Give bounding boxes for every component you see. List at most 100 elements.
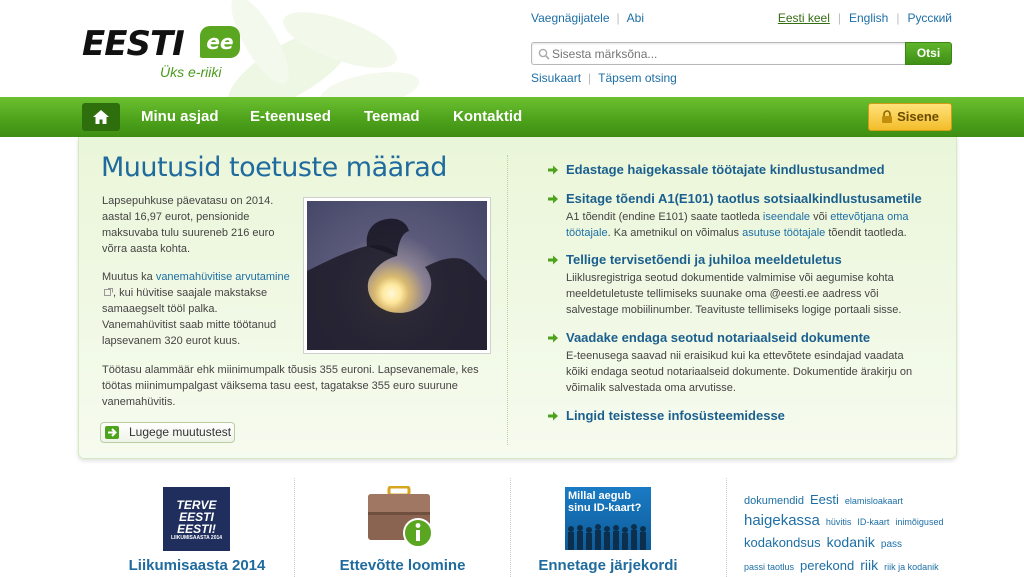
nav-topics[interactable]: Teemad [364, 108, 420, 125]
service-description: Liiklusregistriga seotud dokumentide val… [566, 272, 902, 316]
promo-image-movement-year[interactable]: TERVE EESTI EESTI! LIIKUMISAASTA 2014 [163, 487, 230, 551]
paragraph-text: , kui hüvitise saajale makstakse samaaeg… [102, 287, 277, 347]
paragraph-text: Muutus ka [102, 271, 156, 283]
accessibility-links: Vaegnägijatele | Abi [531, 11, 644, 25]
feature-paragraph-2: Muutus ka vanemahüvitise arvutamine , kui… [102, 269, 294, 349]
tag-link[interactable]: kodanik [827, 532, 875, 552]
tag-link[interactable]: Eesti [810, 490, 839, 510]
promo-title-avoid-queues[interactable]: Ennetage järjekordi [528, 557, 688, 574]
description-text: A1 tõendit (endine E101) saate taotleda [566, 211, 763, 223]
tag-cloud: dokumendid Eesti elamisloakaart haigekassa h… [744, 490, 954, 577]
search-sublinks: Sisukaart | Täpsem otsing [531, 71, 677, 85]
nav-my-things[interactable]: Minu asjad [141, 108, 219, 125]
column-divider [294, 478, 295, 577]
service-item: Tellige tervisetõendi ja juhiloa meeldet… [548, 252, 928, 318]
external-link-icon [104, 288, 113, 296]
tag-link[interactable]: inimõigused [895, 512, 943, 532]
tag-link[interactable]: ID-kaart [857, 512, 889, 532]
service-item: Esitage tõendi A1(E101) taotlus sotsiaal… [548, 191, 938, 241]
login-label: Sisene [897, 109, 939, 124]
tag-link[interactable]: riik [860, 555, 878, 575]
sunset-hands-image [307, 201, 487, 350]
search-button[interactable]: Otsi [905, 42, 952, 65]
visually-impaired-link[interactable]: Vaegnägijatele [531, 11, 610, 25]
promo-title-company-founding[interactable]: Ettevõtte loomine [320, 557, 485, 574]
service-item: Edastage haigekassale töötajate kindlust… [548, 162, 938, 178]
description-text: või [810, 211, 831, 223]
arrow-right-icon [105, 426, 119, 439]
home-icon [93, 110, 109, 124]
service-link-health-reminder[interactable]: Tellige tervisetõendi ja juhiloa meeldet… [548, 252, 928, 268]
institution-employee-link[interactable]: asutuse töötajale [742, 227, 825, 239]
read-changes-button[interactable]: Lugege muutustest [100, 422, 235, 443]
advanced-search-link[interactable]: Täpsem otsing [598, 71, 677, 85]
arrow-bullet-icon [548, 194, 558, 204]
tag-link[interactable]: perekond [800, 556, 854, 576]
lock-icon [882, 110, 892, 123]
lang-estonian[interactable]: Eesti keel [778, 11, 830, 25]
site-header: EESTI ee Üks e-riiki Vaegnägijatele | Abi … [0, 0, 1024, 97]
logo-text: EESTI [82, 24, 185, 64]
promo-image-subtext: LIIKUMISAASTA 2014 [170, 535, 223, 541]
lang-russian[interactable]: Русский [907, 11, 952, 25]
read-changes-label: Lugege muutustest [129, 425, 232, 439]
parental-benefit-link[interactable]: vanemahüvitise arvutamine [156, 271, 290, 283]
sitemap-link[interactable]: Sisukaart [531, 71, 581, 85]
tag-link[interactable]: hüvitis [826, 512, 852, 532]
promo-title-movement-year[interactable]: Liikumisaasta 2014 [122, 557, 272, 574]
home-button[interactable] [82, 103, 120, 131]
help-link[interactable]: Abi [627, 11, 644, 25]
tag-link[interactable]: riik ja kodanik [884, 557, 939, 577]
logo-ee-badge: ee [200, 26, 240, 58]
service-title: Lingid teistesse infosüsteemidesse [566, 408, 785, 423]
arrow-bullet-icon [548, 411, 558, 421]
service-link-other-systems[interactable]: Lingid teistesse infosüsteemidesse [548, 408, 938, 424]
tag-link[interactable]: kodakondsus [744, 533, 821, 553]
description-text: tõendit taotleda. [825, 227, 907, 239]
promo-image-id-card[interactable]: Millal aegub sinu ID-kaart? [565, 487, 651, 550]
service-title: Vaadake endaga seotud notariaalseid doku… [566, 330, 871, 345]
tag-link[interactable]: haigekassa [744, 511, 820, 531]
service-description: A1 tõendit (endine E101) saate taotleda … [548, 209, 938, 241]
search-icon [538, 48, 550, 60]
lang-english[interactable]: English [849, 11, 888, 25]
column-divider [510, 478, 511, 577]
tag-link[interactable]: elamisloakaart [845, 491, 903, 511]
arrow-bullet-icon [548, 333, 558, 343]
site-logo[interactable]: EESTI ee Üks e-riiki [82, 24, 252, 86]
arrow-bullet-icon [548, 165, 558, 175]
tag-link[interactable]: pass [881, 535, 902, 555]
promo-image-text: Millal aegub sinu ID-kaart? [568, 490, 642, 514]
briefcase-info-icon[interactable] [366, 486, 436, 550]
column-divider [726, 478, 727, 577]
login-button[interactable]: Sisene [868, 103, 952, 131]
service-title: Tellige tervisetõendi ja juhiloa meeldet… [566, 252, 842, 267]
feature-paragraph-3: Töötasu alammäär ehk miinimumpalk tõusis… [102, 364, 479, 408]
tag-link[interactable]: passi taotlus [744, 557, 794, 577]
arrow-bullet-icon [548, 255, 558, 265]
service-title: Edastage haigekassale töötajate kindlust… [566, 162, 885, 177]
search-input[interactable] [552, 45, 892, 62]
promo-image-text: EESTI! [177, 522, 216, 536]
service-description: E-teenusega saavad nii eraisikud kui ka … [566, 350, 913, 394]
nav-contacts[interactable]: Kontaktid [453, 108, 522, 125]
queue-people-icon [568, 524, 646, 550]
service-item: Lingid teistesse infosüsteemidesse [548, 408, 938, 424]
logo-tagline: Üks e-riiki [160, 64, 222, 80]
self-link[interactable]: iseendale [763, 211, 810, 223]
service-title: Esitage tõendi A1(E101) taotlus sotsiaal… [566, 191, 922, 206]
service-link-a1-certificate[interactable]: Esitage tõendi A1(E101) taotlus sotsiaal… [548, 191, 938, 207]
feature-paragraph-1: Lapsepuhkuse päevatasu on 2014. aastal 1… [102, 195, 275, 255]
description-text: . Ka ametnikul on võimalus [607, 227, 743, 239]
nav-e-services[interactable]: E-teenused [250, 108, 331, 125]
language-switcher: Eesti keel | English | Русский [777, 11, 952, 25]
tag-link[interactable]: dokumendid [744, 491, 804, 511]
feature-photo [303, 197, 491, 354]
hands-silhouette [307, 218, 487, 350]
service-link-notarial-documents[interactable]: Vaadake endaga seotud notariaalseid doku… [548, 330, 928, 346]
service-link-insurance-data[interactable]: Edastage haigekassale töötajate kindlust… [548, 162, 938, 178]
feature-title[interactable]: Muutusid toetuste määrad [101, 152, 447, 183]
service-item: Vaadake endaga seotud notariaalseid doku… [548, 330, 928, 396]
search-box [531, 42, 905, 65]
panel-divider [507, 155, 508, 445]
